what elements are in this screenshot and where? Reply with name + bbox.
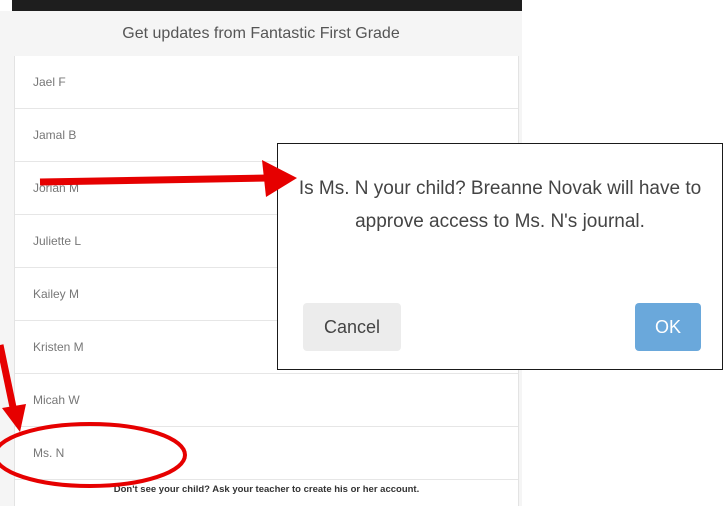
student-row-micah[interactable]: Micah W [15, 374, 518, 427]
cancel-button[interactable]: Cancel [303, 303, 401, 351]
window-top-bar [12, 0, 522, 11]
student-row-jael[interactable]: Jael F [15, 56, 518, 109]
dialog-message: Is Ms. N your child? Breanne Novak will … [298, 178, 702, 232]
ok-button[interactable]: OK [635, 303, 701, 351]
page-title: Get updates from Fantastic First Grade [122, 25, 400, 42]
student-row-ms-n[interactable]: Ms. N [15, 427, 518, 480]
confirm-dialog: Is Ms. N your child? Breanne Novak will … [277, 143, 723, 370]
footer-note: Don't see your child? Ask your teacher t… [113, 484, 420, 495]
